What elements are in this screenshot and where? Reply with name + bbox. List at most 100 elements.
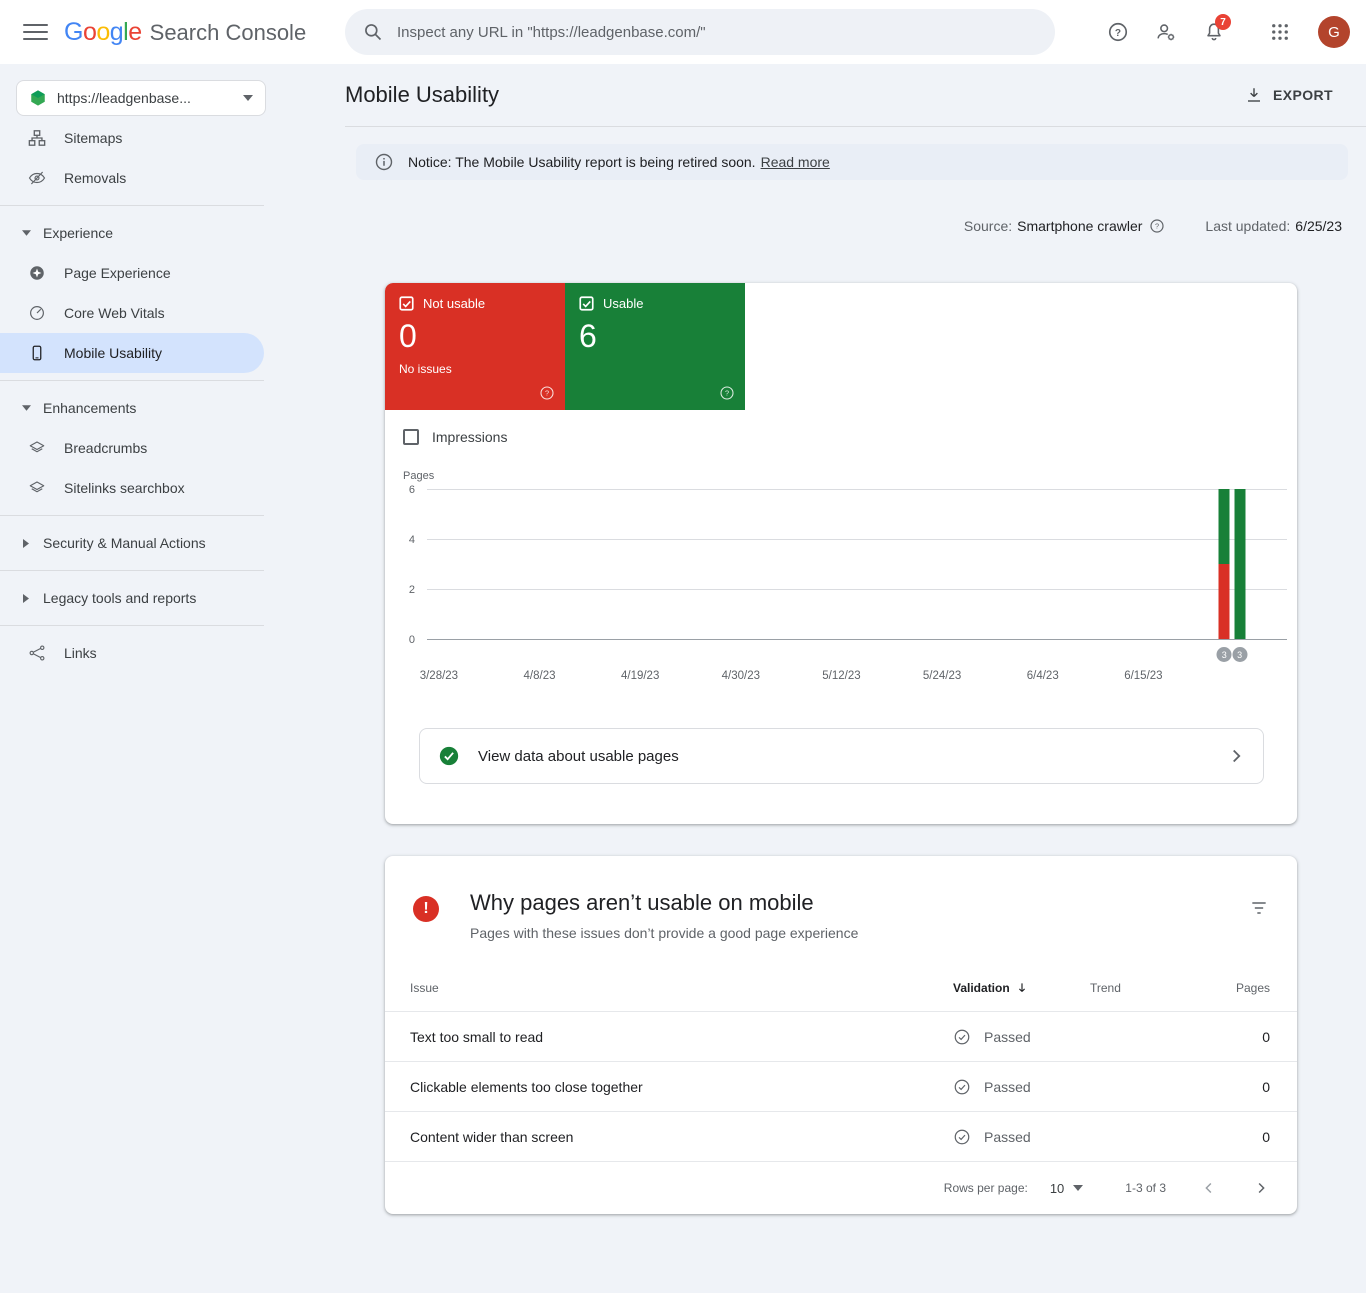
column-pages[interactable]: Pages	[1205, 981, 1270, 995]
issue-cell: Clickable elements too close together	[410, 1079, 953, 1095]
sidebar-group-experience[interactable]: Experience	[0, 213, 280, 253]
sort-descending-icon	[1015, 981, 1029, 995]
info-icon	[374, 152, 394, 172]
y-tick-label: 2	[409, 584, 415, 596]
url-inspection-searchbar[interactable]	[345, 9, 1055, 55]
table-row[interactable]: Text too small to read Passed 0	[385, 1011, 1297, 1061]
divider	[0, 570, 264, 571]
sidebar-item-sitemaps[interactable]: Sitemaps	[0, 118, 280, 158]
passed-icon	[953, 1028, 971, 1046]
sidebar-item-breadcrumbs[interactable]: Breadcrumbs	[0, 428, 280, 468]
dropdown-caret-icon	[1073, 1185, 1083, 1191]
x-tick-label: 4/19/23	[621, 670, 659, 682]
view-usable-label: View data about usable pages	[478, 748, 1225, 765]
sidebar-item-core-web-vitals[interactable]: Core Web Vitals	[0, 293, 280, 333]
bar-segment-usable	[1219, 489, 1230, 564]
sidebar-group-label: Enhancements	[43, 400, 136, 416]
table-header-row: Issue Validation Trend Pages	[385, 965, 1297, 1011]
x-tick-label: 6/4/23	[1027, 670, 1059, 682]
chevron-down-icon	[243, 95, 253, 101]
updated-value: 6/25/23	[1295, 218, 1342, 234]
pages-cell: 0	[1205, 1029, 1270, 1045]
export-button[interactable]: EXPORT	[1245, 86, 1333, 104]
source-label: Source:	[964, 218, 1012, 234]
apps-grid-icon	[1270, 22, 1290, 42]
help-icon[interactable]: ?	[539, 385, 555, 401]
export-label: EXPORT	[1273, 87, 1333, 103]
not-usable-label: Not usable	[423, 296, 485, 311]
filter-button[interactable]	[1249, 898, 1269, 941]
next-page-button[interactable]	[1252, 1179, 1270, 1197]
column-trend[interactable]: Trend	[1090, 981, 1205, 995]
plot-area: 33	[427, 490, 1287, 640]
summary-card-usable[interactable]: Usable 6 ?	[565, 283, 745, 410]
pages-cell: 0	[1205, 1129, 1270, 1145]
table-row[interactable]: Content wider than screen Passed 0	[385, 1111, 1297, 1161]
avatar[interactable]: G	[1318, 16, 1350, 48]
gridline	[427, 489, 1287, 490]
impressions-checkbox[interactable]: Impressions	[403, 428, 1297, 446]
svg-text:?: ?	[1155, 222, 1159, 231]
notice-text: Notice: The Mobile Usability report is b…	[408, 154, 756, 170]
chart-data-badge: 3	[1232, 647, 1247, 662]
summary-card-not-usable[interactable]: Not usable 0 No issues ?	[385, 283, 565, 410]
help-button[interactable]: ?	[1098, 12, 1138, 52]
summary-row: Not usable 0 No issues ? Usable 6 ?	[385, 283, 1297, 410]
sidebar-item-sitelinks-searchbox[interactable]: Sitelinks searchbox	[0, 468, 280, 508]
checkbox-checked-icon	[579, 296, 594, 311]
y-tick-label: 4	[409, 534, 415, 546]
chevron-right-icon	[1225, 745, 1247, 767]
column-issue[interactable]: Issue	[410, 981, 953, 995]
table-row[interactable]: Clickable elements too close together Pa…	[385, 1061, 1297, 1111]
view-usable-pages-row[interactable]: View data about usable pages	[419, 728, 1264, 784]
divider	[0, 205, 264, 206]
expand-arrow-icon	[21, 230, 31, 236]
usability-chart: Pages 0246 33 3/28/234/8/234/19/234/30/2…	[403, 470, 1287, 692]
sidebar-group-security-manual-actions[interactable]: Security & Manual Actions	[0, 523, 280, 563]
validation-cell: Passed	[953, 1128, 1090, 1146]
sidebar-group-label: Legacy tools and reports	[43, 590, 196, 606]
search-input[interactable]	[397, 24, 1037, 41]
sidebar-item-mobile-usability[interactable]: Mobile Usability	[0, 333, 264, 373]
collapsed-arrow-icon	[21, 594, 31, 603]
usable-label: Usable	[603, 296, 643, 311]
notifications-button[interactable]: 7	[1194, 12, 1234, 52]
error-icon: !	[413, 896, 439, 922]
help-icon[interactable]: ?	[719, 385, 735, 401]
main-content: Mobile Usability EXPORT Notice: The Mobi…	[345, 64, 1366, 1293]
sidebar-item-label: Mobile Usability	[64, 345, 162, 361]
previous-page-button[interactable]	[1200, 1179, 1218, 1197]
links-icon	[28, 644, 46, 662]
validation-cell: Passed	[953, 1078, 1090, 1096]
bar-segment-notusable	[1219, 564, 1230, 639]
usable-value: 6	[579, 318, 731, 355]
issues-card: ! Why pages aren’t usable on mobile Page…	[385, 856, 1297, 1214]
sidebar-item-removals[interactable]: Removals	[0, 158, 280, 198]
property-selector[interactable]: https://leadgenbase...	[16, 80, 266, 116]
notice-banner: Notice: The Mobile Usability report is b…	[356, 144, 1348, 180]
x-tick-label: 4/30/23	[722, 670, 760, 682]
sidebar-group-legacy-tools[interactable]: Legacy tools and reports	[0, 578, 280, 618]
y-tick-label: 6	[409, 484, 415, 496]
issue-cell: Text too small to read	[410, 1029, 953, 1045]
x-tick-label: 4/8/23	[524, 670, 556, 682]
page-title: Mobile Usability	[345, 82, 499, 108]
issues-table: Issue Validation Trend Pages Text too sm…	[385, 965, 1297, 1214]
read-more-link[interactable]: Read more	[761, 154, 830, 170]
column-validation[interactable]: Validation	[953, 981, 1090, 995]
sidebar-item-links[interactable]: Links	[0, 633, 280, 673]
issues-subtitle: Pages with these issues don’t provide a …	[470, 925, 1249, 941]
help-icon[interactable]: ?	[1149, 218, 1165, 234]
gridline	[427, 589, 1287, 590]
menu-icon[interactable]	[23, 21, 48, 43]
google-apps-button[interactable]	[1260, 12, 1300, 52]
topbar-actions: ? 7 G	[1090, 0, 1366, 64]
sidebar-item-label: Sitemaps	[64, 130, 122, 146]
chart-bar	[1219, 489, 1230, 639]
sidebar-group-enhancements[interactable]: Enhancements	[0, 388, 280, 428]
manage-users-button[interactable]	[1146, 12, 1186, 52]
svg-text:?: ?	[725, 389, 729, 398]
rows-per-page-select[interactable]: 10	[1050, 1181, 1083, 1196]
x-tick-label: 5/12/23	[822, 670, 860, 682]
sidebar-item-page-experience[interactable]: Page Experience	[0, 253, 280, 293]
